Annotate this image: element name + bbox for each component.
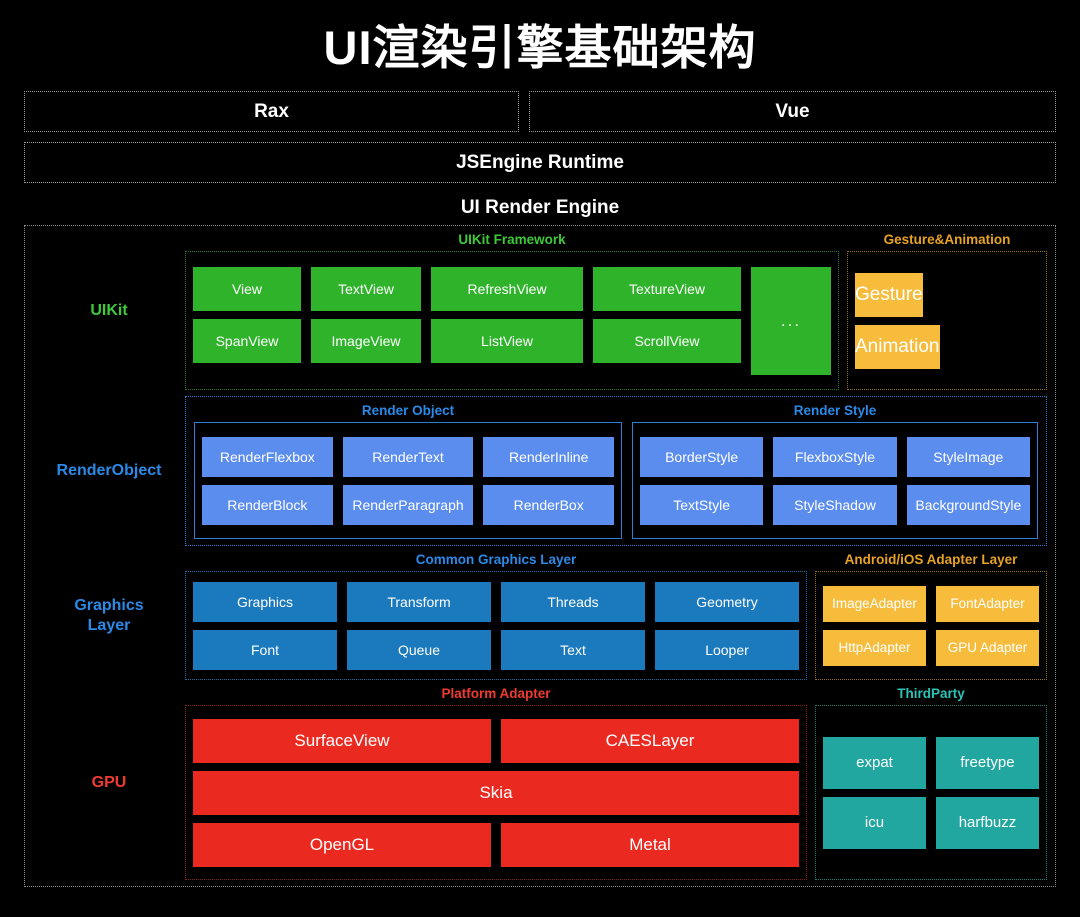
tp-item-icu[interactable]: icu: [823, 796, 926, 849]
group-title-render-style: Render Style: [793, 403, 877, 419]
group-title-render-object: Render Object: [361, 403, 455, 419]
layer-label-graphics: Graphics Layer: [33, 552, 185, 680]
pa-item-opengl[interactable]: OpenGL: [193, 822, 491, 867]
gl-item-graphics[interactable]: Graphics: [193, 581, 337, 622]
ui-render-engine-panel: UIKit UIKit Framework View TextView Refr…: [24, 225, 1056, 888]
jsengine-runtime-box[interactable]: JSEngine Runtime: [24, 142, 1056, 184]
gl-item-queue[interactable]: Queue: [347, 629, 491, 670]
layer-label-gpu: GPU: [91, 774, 127, 792]
layer-label-graphics-line1: Graphics: [74, 597, 144, 615]
ga-item-gesture[interactable]: Gesture: [855, 272, 923, 317]
framework-box-rax[interactable]: Rax: [24, 91, 519, 133]
group-title-common-graphics-layer: Common Graphics Layer: [415, 552, 577, 568]
uikit-item-textureview[interactable]: TextureView: [593, 266, 741, 311]
layer-label-graphics-line2: Layer: [87, 617, 131, 635]
group-frame-thirdparty: expat freetype icu harfbuzz: [815, 705, 1047, 881]
rs-item-styleimage[interactable]: StyleImage: [906, 436, 1030, 477]
ro-item-renderparagraph[interactable]: RenderParagraph: [342, 484, 474, 525]
group-title-uikit-framework: UIKit Framework: [458, 232, 566, 248]
architecture-diagram: UI渲染引擎基础架构 Rax Vue JSEngine Runtime UI R…: [0, 0, 1080, 917]
ro-item-renderblock[interactable]: RenderBlock: [202, 484, 333, 525]
engine-title: UI Render Engine: [460, 197, 620, 219]
layer-gpu: GPU Platform Adapter SurfaceView CAESLay…: [33, 686, 1047, 881]
group-gesture-animation: Gesture&Animation Gesture Animation: [847, 232, 1047, 391]
uikit-item-spanview[interactable]: SpanView: [193, 318, 301, 363]
framework-label-rax: Rax: [254, 100, 289, 122]
pa-item-metal[interactable]: Metal: [501, 822, 799, 867]
group-common-graphics-layer: Common Graphics Layer Graphics Transform…: [185, 552, 807, 681]
uikit-item-scrollview[interactable]: ScrollView: [593, 318, 741, 363]
layer-uikit: UIKit UIKit Framework View TextView Refr…: [33, 232, 1047, 391]
rs-item-flexboxstyle[interactable]: FlexboxStyle: [773, 436, 897, 477]
ga-item-animation[interactable]: Animation: [855, 324, 940, 369]
uikit-item-imageview[interactable]: ImageView: [311, 318, 421, 363]
rs-item-borderstyle[interactable]: BorderStyle: [640, 436, 764, 477]
uikit-item-view[interactable]: View: [193, 266, 301, 311]
uikit-item-refreshview[interactable]: RefreshView: [431, 266, 583, 311]
group-frame-render-style: BorderStyle FlexboxStyle StyleImage Text…: [632, 422, 1038, 540]
group-frame-uikit-framework: View TextView RefreshView TextureView Sp…: [185, 251, 839, 391]
group-title-gesture-animation: Gesture&Animation: [883, 232, 1011, 248]
gl-item-transform[interactable]: Transform: [347, 581, 491, 622]
uikit-item-textview[interactable]: TextView: [311, 266, 421, 311]
pa-item-skia[interactable]: Skia: [193, 770, 799, 815]
group-title-adapter-layer: Android/iOS Adapter Layer: [844, 552, 1018, 568]
page-title: UI渲染引擎基础架构: [323, 21, 757, 74]
rs-item-textstyle[interactable]: TextStyle: [640, 484, 764, 525]
group-thirdparty: ThirdParty expat freetype icu harfbuzz: [815, 686, 1047, 881]
uikit-item-listview[interactable]: ListView: [431, 318, 583, 363]
ro-item-renderinline[interactable]: RenderInline: [483, 436, 615, 477]
layer-graphics: Graphics Layer Common Graphics Layer Grap…: [33, 552, 1047, 681]
layer-renderobject: RenderObject Render Object RenderFlexbox…: [33, 396, 1047, 547]
tp-item-expat[interactable]: expat: [823, 736, 926, 789]
ro-item-rendertext[interactable]: RenderText: [342, 436, 474, 477]
adapter-item-imageadapter[interactable]: ImageAdapter: [823, 585, 926, 622]
group-title-platform-adapter: Platform Adapter: [441, 686, 551, 702]
rs-item-backgroundstyle[interactable]: BackgroundStyle: [906, 484, 1030, 525]
gl-item-looper[interactable]: Looper: [655, 629, 799, 670]
group-render-object: Render Object RenderFlexbox RenderText R…: [194, 403, 622, 540]
adapter-item-httpadapter[interactable]: HttpAdapter: [823, 629, 926, 666]
group-adapter-layer: Android/iOS Adapter Layer ImageAdapter F…: [815, 552, 1047, 681]
adapter-item-fontadapter[interactable]: FontAdapter: [936, 585, 1039, 622]
group-frame-adapter-layer: ImageAdapter FontAdapter HttpAdapter GPU…: [815, 571, 1047, 681]
tp-item-freetype[interactable]: freetype: [936, 736, 1039, 789]
layer-label-uikit: UIKit: [90, 302, 128, 320]
renderobject-outer-frame: Render Object RenderFlexbox RenderText R…: [185, 396, 1047, 547]
group-uikit-framework: UIKit Framework View TextView RefreshVie…: [185, 232, 839, 391]
uikit-item-more[interactable]: ...: [751, 266, 831, 375]
tp-item-harfbuzz[interactable]: harfbuzz: [936, 796, 1039, 849]
ro-item-renderflexbox[interactable]: RenderFlexbox: [202, 436, 333, 477]
group-platform-adapter: Platform Adapter SurfaceView CAESLayer S…: [185, 686, 807, 881]
group-frame-gesture-animation: Gesture Animation: [847, 251, 1047, 391]
gl-item-geometry[interactable]: Geometry: [655, 581, 799, 622]
rs-item-styleshadow[interactable]: StyleShadow: [773, 484, 897, 525]
gl-item-text[interactable]: Text: [501, 629, 645, 670]
framework-label-vue: Vue: [775, 100, 810, 122]
pa-item-surfaceview[interactable]: SurfaceView: [193, 718, 491, 763]
ro-item-renderbox[interactable]: RenderBox: [483, 484, 615, 525]
group-title-thirdparty: ThirdParty: [897, 686, 965, 702]
gl-item-threads[interactable]: Threads: [501, 581, 645, 622]
group-frame-render-object: RenderFlexbox RenderText RenderInline Re…: [194, 422, 622, 540]
jsengine-runtime-label: JSEngine Runtime: [456, 151, 624, 173]
group-frame-common-graphics-layer: Graphics Transform Threads Geometry Font…: [185, 571, 807, 681]
framework-row: Rax Vue: [24, 91, 1056, 133]
group-render-style: Render Style BorderStyle FlexboxStyle St…: [632, 403, 1038, 540]
adapter-item-gpuadapter[interactable]: GPU Adapter: [936, 629, 1039, 666]
gl-item-font[interactable]: Font: [193, 629, 337, 670]
layer-label-renderobject: RenderObject: [56, 462, 162, 480]
pa-item-caeslayer[interactable]: CAESLayer: [501, 718, 799, 763]
group-frame-platform-adapter: SurfaceView CAESLayer Skia OpenGL Metal: [185, 705, 807, 881]
framework-box-vue[interactable]: Vue: [529, 91, 1056, 133]
